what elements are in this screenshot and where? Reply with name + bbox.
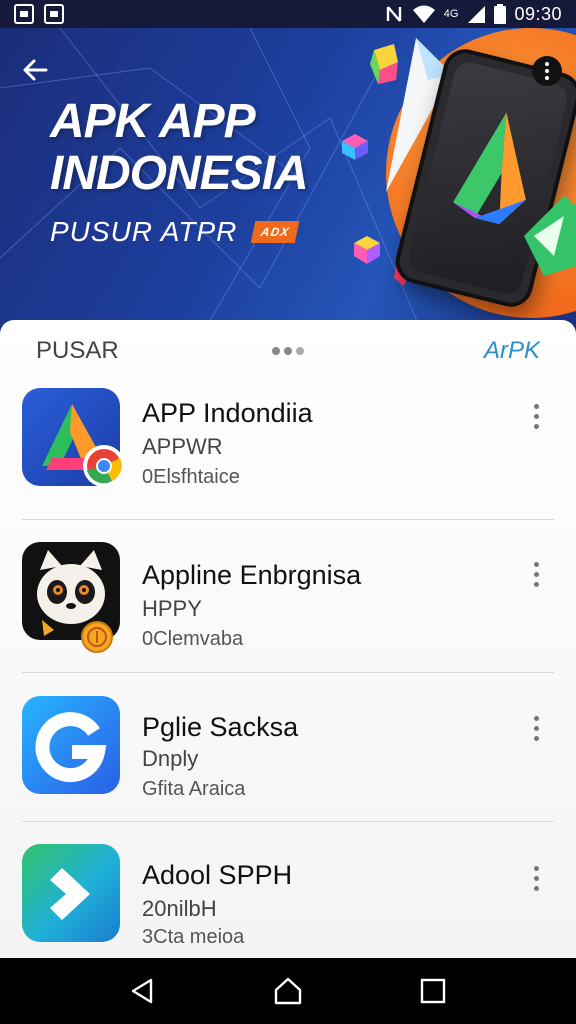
decor-cube-icon [354, 236, 380, 264]
app-developer: APPWR [142, 434, 223, 459]
nav-home-icon[interactable] [268, 971, 308, 1011]
overflow-menu-icon[interactable] [532, 56, 562, 86]
list-item[interactable]: APP Indondiia APPWR 0Elsfhtaice [0, 378, 576, 530]
cell-signal-icon [468, 6, 486, 23]
decor-cube-icon [342, 134, 368, 160]
item-more-icon[interactable] [526, 866, 546, 891]
chrome-badge-icon [83, 445, 125, 487]
section-link[interactable]: ArPK [484, 337, 540, 365]
clock: 09:30 [514, 3, 562, 24]
g-logo-icon [22, 696, 120, 794]
hero-badge: ADX [251, 221, 301, 243]
item-more-icon[interactable] [526, 562, 546, 587]
app-category: 0Elsfhtaice [142, 466, 240, 488]
decor-green-shape-icon [524, 196, 576, 276]
network-type: 4G [443, 8, 459, 20]
nav-recents-icon[interactable] [413, 971, 453, 1011]
divider [22, 821, 554, 822]
app-developer: HPPY [142, 596, 202, 621]
app-list-card: PUSAR ArPK APP Indondiia APPWR 0Elsfhtai… [0, 320, 576, 958]
app-name: APP Indondiia [142, 398, 313, 428]
list-item[interactable]: Pglie Sacksa Dnply Gfita Araica [0, 682, 576, 834]
app-developer: Dnply [142, 746, 199, 771]
section-title: PUSAR [36, 337, 119, 364]
hero-subtitle-row: PUSUR ATPR ADX [50, 216, 301, 248]
hero-banner: APK APP INDONESIA PUSUR ATPR ADX [0, 28, 576, 338]
wifi-icon [412, 5, 435, 23]
list-item[interactable]: Appline Enbrgnisa HPPY 0Clemvaba [0, 530, 576, 682]
battery-icon [494, 4, 507, 24]
hero-title: APK APP INDONESIA [50, 95, 309, 200]
app-name: Adool SPPH [142, 860, 293, 890]
item-more-icon[interactable] [526, 404, 546, 429]
divider [22, 519, 554, 520]
app-category: 0Clemvaba [142, 628, 244, 650]
page-indicator [272, 347, 304, 355]
nav-back-icon[interactable] [123, 971, 163, 1011]
hero-title-line2: INDONESIA [50, 147, 309, 200]
app-category: 3Cta meioa [142, 926, 245, 948]
nfc-icon [386, 6, 401, 22]
notification-app-icon [44, 4, 64, 24]
chevron-logo-icon [22, 844, 120, 942]
app-developer: 20nilbH [142, 896, 217, 921]
hero-subtitle: PUSUR ATPR [50, 216, 238, 247]
coin-badge-icon [81, 621, 113, 653]
divider [22, 672, 554, 673]
app-name: Appline Enbrgnisa [142, 560, 362, 590]
notification-image-icon [14, 4, 34, 24]
section-header: PUSAR ArPK [36, 336, 540, 366]
status-bar: 4G 09:30 [0, 0, 576, 28]
app-category: Gfita Araica [142, 778, 246, 800]
item-more-icon[interactable] [526, 716, 546, 741]
app-name: Pglie Sacksa [142, 712, 299, 742]
system-nav-bar [0, 958, 576, 1024]
hero-title-line1: APK APP [50, 95, 256, 148]
back-arrow-icon[interactable] [20, 54, 52, 86]
